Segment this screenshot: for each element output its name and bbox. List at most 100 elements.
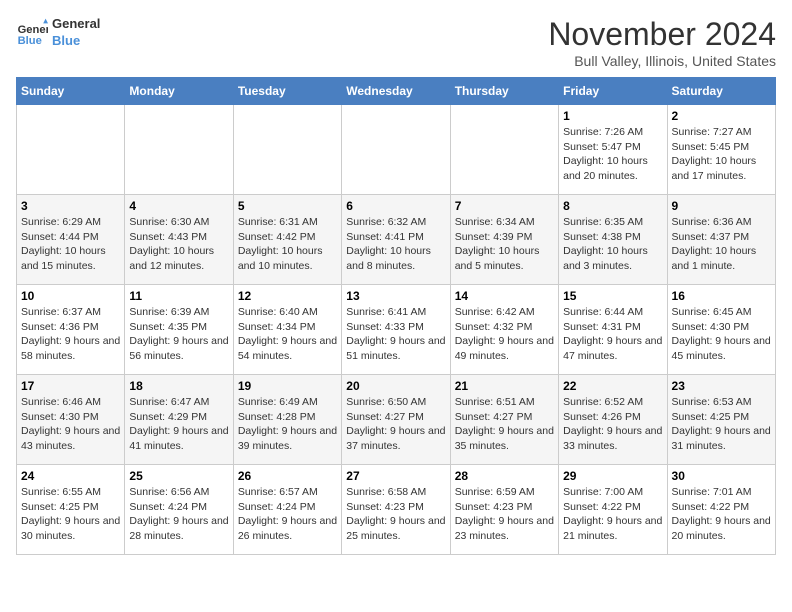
day-cell: 18 Sunrise: 6:47 AM Sunset: 4:29 PM Dayli… [125,375,233,465]
day-info: Sunrise: 6:51 AM Sunset: 4:27 PM Dayligh… [455,395,554,454]
day-info: Sunrise: 6:49 AM Sunset: 4:28 PM Dayligh… [238,395,337,454]
weekday-header-row: SundayMondayTuesdayWednesdayThursdayFrid… [17,78,776,105]
day-info: Sunrise: 6:37 AM Sunset: 4:36 PM Dayligh… [21,305,120,364]
day-info: Sunrise: 6:47 AM Sunset: 4:29 PM Dayligh… [129,395,228,454]
day-cell: 17Sunrise: 6:46 AM Sunset: 4:30 PM Dayli… [17,375,125,465]
day-number: 24 [21,469,120,483]
day-number: 5 [238,199,337,213]
day-cell: 15 Sunrise: 6:44 AM Sunset: 4:31 PM Dayli… [559,285,667,375]
day-info: Sunrise: 6:30 AM Sunset: 4:43 PM Dayligh… [129,215,228,274]
week-row-3: 17Sunrise: 6:46 AM Sunset: 4:30 PM Dayli… [17,375,776,465]
day-number: 29 [563,469,662,483]
week-row-2: 10 Sunrise: 6:37 AM Sunset: 4:36 PM Dayli… [17,285,776,375]
day-cell [342,105,450,195]
day-cell [125,105,233,195]
day-cell: 20Sunrise: 6:50 AM Sunset: 4:27 PM Dayli… [342,375,450,465]
day-info: Sunrise: 6:36 AM Sunset: 4:37 PM Dayligh… [672,215,771,274]
day-cell: 21Sunrise: 6:51 AM Sunset: 4:27 PM Dayli… [450,375,558,465]
day-number: 12 [238,289,337,303]
day-info: Sunrise: 6:53 AM Sunset: 4:25 PM Dayligh… [672,395,771,454]
day-number: 30 [672,469,771,483]
day-cell [450,105,558,195]
title-area: November 2024 Bull Valley, Illinois, Uni… [548,16,776,69]
logo-line2: Blue [52,33,100,50]
day-cell: 23 Sunrise: 6:53 AM Sunset: 4:25 PM Dayli… [667,375,775,465]
day-info: Sunrise: 6:55 AM Sunset: 4:25 PM Dayligh… [21,485,120,544]
day-cell [233,105,341,195]
day-cell [17,105,125,195]
day-cell: 14 Sunrise: 6:42 AM Sunset: 4:32 PM Dayli… [450,285,558,375]
day-cell: 1 Sunrise: 7:26 AM Sunset: 5:47 PM Daylig… [559,105,667,195]
day-info: Sunrise: 6:40 AM Sunset: 4:34 PM Dayligh… [238,305,337,364]
day-cell: 19 Sunrise: 6:49 AM Sunset: 4:28 PM Dayli… [233,375,341,465]
weekday-header-sunday: Sunday [17,78,125,105]
weekday-header-tuesday: Tuesday [233,78,341,105]
day-cell: 9Sunrise: 6:36 AM Sunset: 4:37 PM Daylig… [667,195,775,285]
day-info: Sunrise: 7:27 AM Sunset: 5:45 PM Dayligh… [672,125,771,184]
day-number: 22 [563,379,662,393]
day-info: Sunrise: 6:46 AM Sunset: 4:30 PM Dayligh… [21,395,120,454]
day-cell: 30Sunrise: 7:01 AM Sunset: 4:22 PM Dayli… [667,465,775,555]
day-number: 19 [238,379,337,393]
day-number: 8 [563,199,662,213]
weekday-header-friday: Friday [559,78,667,105]
day-info: Sunrise: 6:29 AM Sunset: 4:44 PM Dayligh… [21,215,120,274]
day-info: Sunrise: 7:26 AM Sunset: 5:47 PM Dayligh… [563,125,662,184]
day-info: Sunrise: 6:39 AM Sunset: 4:35 PM Dayligh… [129,305,228,364]
day-number: 7 [455,199,554,213]
day-info: Sunrise: 6:32 AM Sunset: 4:41 PM Dayligh… [346,215,445,274]
logo-icon: General Blue [16,17,48,49]
week-row-0: 1 Sunrise: 7:26 AM Sunset: 5:47 PM Daylig… [17,105,776,195]
day-info: Sunrise: 7:00 AM Sunset: 4:22 PM Dayligh… [563,485,662,544]
calendar-table: SundayMondayTuesdayWednesdayThursdayFrid… [16,77,776,555]
day-cell: 28 Sunrise: 6:59 AM Sunset: 4:23 PM Dayli… [450,465,558,555]
logo-text: General Blue [52,16,100,50]
day-cell: 27 Sunrise: 6:58 AM Sunset: 4:23 PM Dayli… [342,465,450,555]
day-info: Sunrise: 6:59 AM Sunset: 4:23 PM Dayligh… [455,485,554,544]
day-cell: 24 Sunrise: 6:55 AM Sunset: 4:25 PM Dayli… [17,465,125,555]
day-cell: 13Sunrise: 6:41 AM Sunset: 4:33 PM Dayli… [342,285,450,375]
day-cell: 8 Sunrise: 6:35 AM Sunset: 4:38 PM Daylig… [559,195,667,285]
day-cell: 12 Sunrise: 6:40 AM Sunset: 4:34 PM Dayli… [233,285,341,375]
day-number: 11 [129,289,228,303]
day-info: Sunrise: 6:50 AM Sunset: 4:27 PM Dayligh… [346,395,445,454]
day-number: 23 [672,379,771,393]
weekday-header-thursday: Thursday [450,78,558,105]
day-info: Sunrise: 6:52 AM Sunset: 4:26 PM Dayligh… [563,395,662,454]
day-cell: 26Sunrise: 6:57 AM Sunset: 4:24 PM Dayli… [233,465,341,555]
day-number: 15 [563,289,662,303]
day-number: 3 [21,199,120,213]
day-cell: 25 Sunrise: 6:56 AM Sunset: 4:24 PM Dayli… [125,465,233,555]
day-number: 25 [129,469,228,483]
weekday-header-saturday: Saturday [667,78,775,105]
day-cell: 4Sunrise: 6:30 AM Sunset: 4:43 PM Daylig… [125,195,233,285]
day-cell: 22 Sunrise: 6:52 AM Sunset: 4:26 PM Dayli… [559,375,667,465]
day-info: Sunrise: 6:44 AM Sunset: 4:31 PM Dayligh… [563,305,662,364]
header: General Blue General Blue November 2024 … [16,16,776,69]
day-cell: 3 Sunrise: 6:29 AM Sunset: 4:44 PM Daylig… [17,195,125,285]
svg-text:General: General [18,24,48,36]
day-cell: 6 Sunrise: 6:32 AM Sunset: 4:41 PM Daylig… [342,195,450,285]
day-number: 6 [346,199,445,213]
day-info: Sunrise: 6:31 AM Sunset: 4:42 PM Dayligh… [238,215,337,274]
day-number: 18 [129,379,228,393]
day-number: 28 [455,469,554,483]
day-info: Sunrise: 6:58 AM Sunset: 4:23 PM Dayligh… [346,485,445,544]
week-row-1: 3 Sunrise: 6:29 AM Sunset: 4:44 PM Daylig… [17,195,776,285]
day-cell: 2 Sunrise: 7:27 AM Sunset: 5:45 PM Daylig… [667,105,775,195]
day-number: 26 [238,469,337,483]
day-info: Sunrise: 6:35 AM Sunset: 4:38 PM Dayligh… [563,215,662,274]
day-info: Sunrise: 6:34 AM Sunset: 4:39 PM Dayligh… [455,215,554,274]
day-number: 1 [563,109,662,123]
day-info: Sunrise: 6:42 AM Sunset: 4:32 PM Dayligh… [455,305,554,364]
weekday-header-wednesday: Wednesday [342,78,450,105]
day-number: 2 [672,109,771,123]
day-number: 27 [346,469,445,483]
day-cell: 11 Sunrise: 6:39 AM Sunset: 4:35 PM Dayli… [125,285,233,375]
day-info: Sunrise: 6:41 AM Sunset: 4:33 PM Dayligh… [346,305,445,364]
svg-text:Blue: Blue [18,35,42,47]
day-number: 10 [21,289,120,303]
day-info: Sunrise: 6:56 AM Sunset: 4:24 PM Dayligh… [129,485,228,544]
day-number: 14 [455,289,554,303]
logo-line1: General [52,16,100,33]
